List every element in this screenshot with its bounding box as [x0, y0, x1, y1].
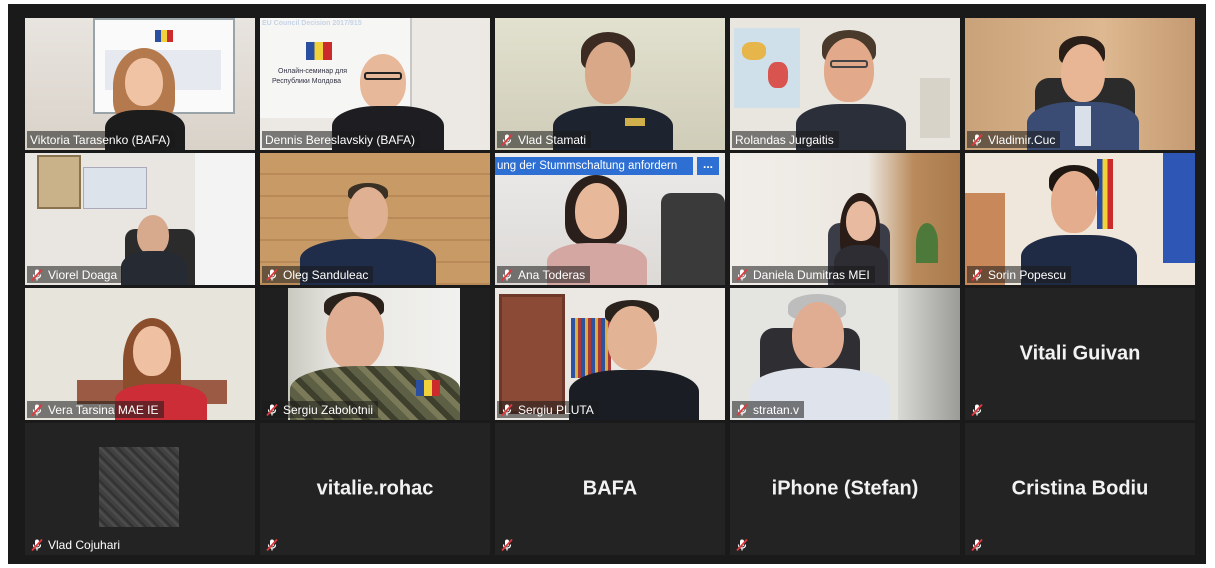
participant-name-tag [967, 536, 993, 553]
slide-header: EU Council Decision 2017/915 [262, 20, 362, 27]
participant-tile-active-speaker[interactable]: Rolandas Jurgaitis [730, 18, 960, 150]
participant-tile[interactable]: Vlad Stamati [495, 18, 725, 150]
slide-line: Республики Молдова [272, 78, 341, 85]
more-options-icon[interactable]: ... [697, 157, 719, 175]
microphone-muted-icon [30, 538, 44, 552]
participant-name-tag [262, 536, 288, 553]
participant-name-tag: Sorin Popescu [967, 266, 1072, 283]
participant-name: Vlad Stamati [518, 132, 587, 147]
flag-icon [306, 42, 332, 60]
participant-name-tag [732, 536, 758, 553]
flag-icon [1097, 159, 1113, 229]
flag-patch-icon [416, 380, 440, 396]
participant-tile[interactable]: Vera Tarsina MAE IE [25, 288, 255, 420]
microphone-muted-icon [970, 268, 984, 282]
microphone-muted-icon [265, 268, 279, 282]
flag-icon [1163, 153, 1195, 263]
participant-name-tag: stratan.v [732, 401, 805, 418]
microphone-muted-icon [500, 133, 514, 147]
participant-tile[interactable]: Sergiu PLUTA [495, 288, 725, 420]
participant-name: Daniela Dumitras MEI [753, 267, 870, 282]
participant-display-name: Cristina Bodiu [1011, 477, 1149, 500]
microphone-muted-icon [970, 133, 984, 147]
participant-tile-no-video[interactable]: vitalie.rohac [260, 423, 490, 555]
participant-tile-no-video[interactable]: Cristina Bodiu [965, 423, 1195, 555]
participant-name: Vera Tarsina MAE IE [48, 402, 159, 417]
participant-display-name: Vitali Guivan [1019, 342, 1141, 365]
participant-name-tag: Vlad Stamati [497, 131, 592, 148]
participant-name-tag: Daniela Dumitras MEI [732, 266, 875, 283]
participant-name-tag [967, 401, 993, 418]
participant-name-tag: Viktoria Tarasenko (BAFA) [27, 131, 176, 148]
participant-name: Sorin Popescu [988, 267, 1067, 282]
microphone-muted-icon [500, 538, 514, 552]
participant-name: Dennis Bereslavskiy (BAFA) [265, 132, 416, 147]
participant-name: stratan.v [753, 402, 800, 417]
participant-tile[interactable]: Oleg Sanduleac [260, 153, 490, 285]
participant-name: Vladimir.Cuc [988, 132, 1056, 147]
microphone-muted-icon [735, 403, 749, 417]
unmute-request-banner[interactable]: ung der Stummschaltung anfordern [495, 157, 693, 175]
participant-name-tag: Dennis Bereslavskiy (BAFA) [262, 131, 421, 148]
participant-display-name: BAFA [582, 477, 638, 500]
participant-name: Viorel Doaga [48, 267, 118, 282]
participant-name-tag: Oleg Sanduleac [262, 266, 374, 283]
participant-name-tag [497, 536, 523, 553]
participant-display-name: vitalie.rohac [316, 477, 434, 500]
participant-tile[interactable]: Vladimir.Cuc [965, 18, 1195, 150]
participant-name: Viktoria Tarasenko (BAFA) [30, 132, 171, 147]
microphone-muted-icon [265, 538, 279, 552]
microphone-muted-icon [735, 538, 749, 552]
wall-map [734, 28, 800, 108]
participant-name-tag: Sergiu PLUTA [497, 401, 599, 418]
participant-name-tag: Vera Tarsina MAE IE [27, 401, 164, 418]
participant-name-tag: Viorel Doaga [27, 266, 123, 283]
participant-tile[interactable]: Sergiu Zabolotnii [260, 288, 490, 420]
microphone-muted-icon [30, 403, 44, 417]
microphone-muted-icon [265, 403, 279, 417]
participant-name-tag: Sergiu Zabolotnii [262, 401, 379, 418]
participant-name-tag: Ana Toderas [497, 266, 591, 283]
microphone-muted-icon [30, 268, 44, 282]
avatar [99, 447, 179, 527]
participant-name-tag: Vladimir.Cuc [967, 131, 1061, 148]
participant-tile[interactable]: EU Council Decision 2017/915 Онлайн-семи… [260, 18, 490, 150]
participant-tile[interactable]: Viktoria Tarasenko (BAFA) [25, 18, 255, 150]
participant-tile[interactable]: Sorin Popescu [965, 153, 1195, 285]
participant-tile[interactable]: Viorel Doaga [25, 153, 255, 285]
participant-tile-no-video[interactable]: BAFA [495, 423, 725, 555]
slide-line: Онлайн-семинар для [278, 68, 348, 75]
participant-name: Vlad Cojuhari [48, 537, 121, 552]
participant-tile[interactable]: ung der Stummschaltung anfordern ... Ana… [495, 153, 725, 285]
participant-tile-no-video[interactable]: iPhone (Stefan) [730, 423, 960, 555]
microphone-muted-icon [970, 538, 984, 552]
participant-name: Ana Toderas [518, 267, 586, 282]
participant-name-tag: Vlad Cojuhari [27, 536, 125, 553]
participant-name-tag: Rolandas Jurgaitis [732, 131, 839, 148]
participant-tile-no-video[interactable]: Vitali Guivan [965, 288, 1195, 420]
participant-tile[interactable]: Vlad Cojuhari [25, 423, 255, 555]
participant-tile[interactable]: stratan.v [730, 288, 960, 420]
participant-tile[interactable]: Daniela Dumitras MEI [730, 153, 960, 285]
flag-icon [155, 30, 173, 42]
participant-name: Oleg Sanduleac [283, 267, 369, 282]
microphone-muted-icon [970, 403, 984, 417]
participant-name: Rolandas Jurgaitis [735, 132, 834, 147]
participant-display-name: iPhone (Stefan) [771, 477, 919, 500]
participant-name: Sergiu PLUTA [518, 402, 594, 417]
participant-name: Sergiu Zabolotnii [283, 402, 374, 417]
microphone-muted-icon [500, 268, 514, 282]
microphone-muted-icon [500, 403, 514, 417]
microphone-muted-icon [735, 268, 749, 282]
gallery-view: Viktoria Tarasenko (BAFA) EU Council Dec… [8, 4, 1206, 564]
